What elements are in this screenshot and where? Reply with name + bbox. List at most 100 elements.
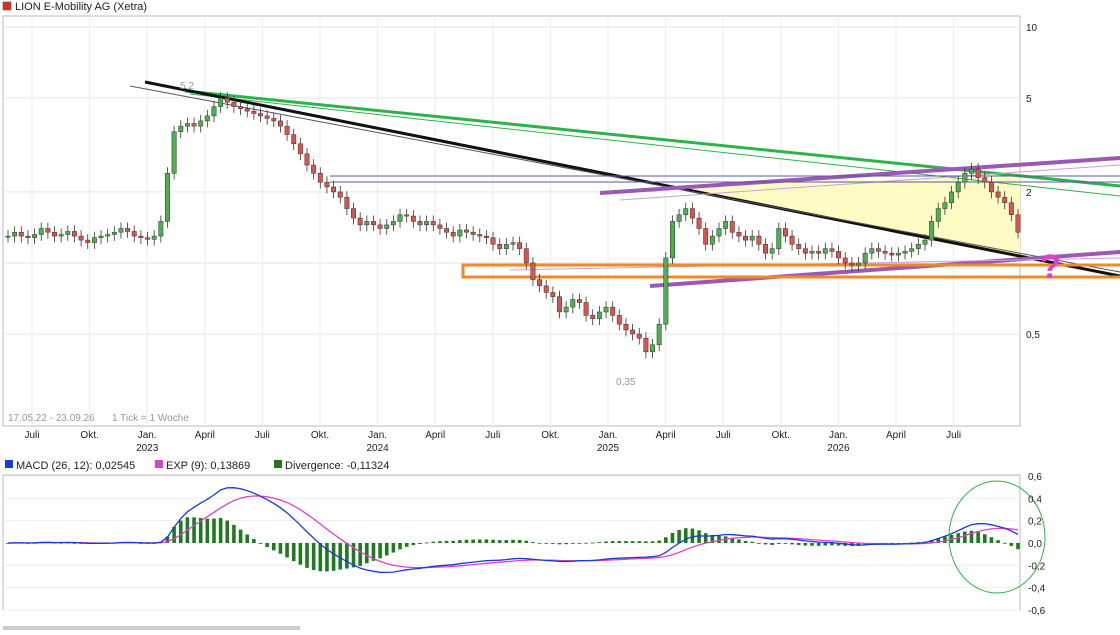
divergence-bar — [431, 541, 436, 543]
candle-down — [78, 235, 84, 241]
candle-up — [776, 228, 782, 249]
candle-down — [324, 181, 330, 188]
divergence-bar — [444, 540, 449, 543]
divergence-bar — [703, 533, 708, 543]
candle-up — [962, 172, 968, 183]
price-tick-label: 5 — [1026, 94, 1032, 105]
candle-down — [284, 125, 290, 135]
candle-up — [563, 306, 569, 313]
candle-down — [517, 242, 523, 249]
candle-down — [304, 153, 310, 166]
candle-up — [683, 208, 689, 216]
candle-down — [344, 196, 350, 209]
candle-up — [111, 231, 117, 235]
macd-tick-label: 0,6 — [1028, 472, 1042, 483]
candle-down — [464, 229, 469, 233]
candle-up — [184, 123, 190, 127]
divergence-bar — [564, 543, 568, 545]
candle-down — [849, 262, 855, 266]
candle-down — [191, 123, 197, 127]
divergence-bar — [943, 536, 947, 543]
time-tick-label: Okt. — [311, 430, 329, 441]
candle-up — [158, 221, 164, 237]
candle-down — [371, 221, 376, 226]
candle-up — [570, 299, 576, 308]
divergence-bar — [557, 543, 562, 545]
candle-down — [45, 228, 51, 233]
time-tick-label: Jan. — [138, 430, 157, 441]
candle-up — [171, 131, 177, 174]
candle-down — [802, 248, 808, 254]
candle-down — [477, 234, 483, 237]
candle-down — [729, 221, 735, 233]
divergence-bar — [318, 543, 323, 572]
time-tick-label: Okt. — [541, 430, 559, 441]
candle-up — [118, 228, 124, 233]
divergence-bar — [384, 543, 389, 556]
candle-up — [822, 248, 828, 254]
time-tick-label: April — [886, 430, 906, 441]
macd-tick-label: 0,4 — [1028, 494, 1042, 505]
candle-down — [982, 177, 988, 183]
candle-down — [417, 221, 423, 226]
divergence-bar — [982, 534, 987, 543]
candle-down — [756, 235, 762, 245]
divergence-bar — [584, 542, 588, 544]
time-tick-label: Juli — [255, 430, 270, 441]
time-tick-label: Jan. — [368, 430, 387, 441]
divergence-bar — [212, 518, 216, 543]
tick-text: 1 Tick = 1 Woche — [112, 413, 189, 424]
divergence-bar — [411, 543, 416, 546]
divergence-bar — [265, 543, 269, 548]
candle-down — [244, 108, 250, 112]
price-tick-label: 0,5 — [1026, 330, 1040, 341]
divergence-bar — [484, 539, 489, 543]
divergence-bar — [624, 541, 628, 543]
candle-down — [995, 191, 1001, 198]
candle-down — [317, 172, 323, 183]
candle-up — [165, 172, 170, 222]
chart-title: LION E-Mobility AG (Xetra) — [15, 1, 147, 13]
candle-up — [424, 221, 430, 226]
candle-up — [856, 262, 861, 266]
divergence-bar — [491, 539, 495, 543]
range-text: 17.05.22 - 23.09.26 — [8, 413, 95, 424]
candle-down — [543, 285, 549, 293]
title-marker — [2, 1, 12, 11]
div-legend: Divergence: -0,11324 — [285, 460, 389, 472]
candle-down — [610, 306, 616, 316]
divergence-bar — [664, 537, 668, 543]
divergence-bar — [650, 541, 655, 543]
divergence-bar — [790, 543, 794, 545]
candle-up — [650, 344, 655, 353]
candle-down — [630, 329, 636, 335]
candle-up — [5, 235, 11, 238]
candle-down — [550, 292, 556, 297]
exp-legend-marker — [155, 460, 163, 468]
candle-down — [623, 323, 629, 331]
candle-up — [929, 221, 935, 241]
macd-tick-label: -0,6 — [1028, 606, 1046, 617]
candle-down — [430, 221, 436, 226]
candle-down — [816, 251, 822, 254]
time-tick-label: April — [195, 430, 215, 441]
candle-down — [277, 120, 283, 127]
candle-down — [643, 337, 649, 353]
divergence-bar — [743, 540, 748, 543]
candle-up — [909, 248, 915, 252]
divergence-bar — [271, 543, 276, 551]
divergence-bar — [737, 539, 741, 543]
candle-down — [404, 214, 410, 217]
divergence-bar — [610, 541, 615, 543]
candle-down — [490, 237, 496, 245]
divergence-bar — [358, 543, 362, 566]
divergence-bar — [192, 517, 196, 543]
candle-down — [351, 208, 356, 219]
divergence-bar — [963, 531, 967, 543]
divergence-bar — [677, 529, 681, 543]
divergence-bar — [305, 543, 309, 568]
divergence-bar — [497, 540, 502, 543]
candle-down — [450, 231, 456, 237]
divergence-bar — [976, 532, 980, 543]
divergence-bar — [245, 534, 250, 543]
